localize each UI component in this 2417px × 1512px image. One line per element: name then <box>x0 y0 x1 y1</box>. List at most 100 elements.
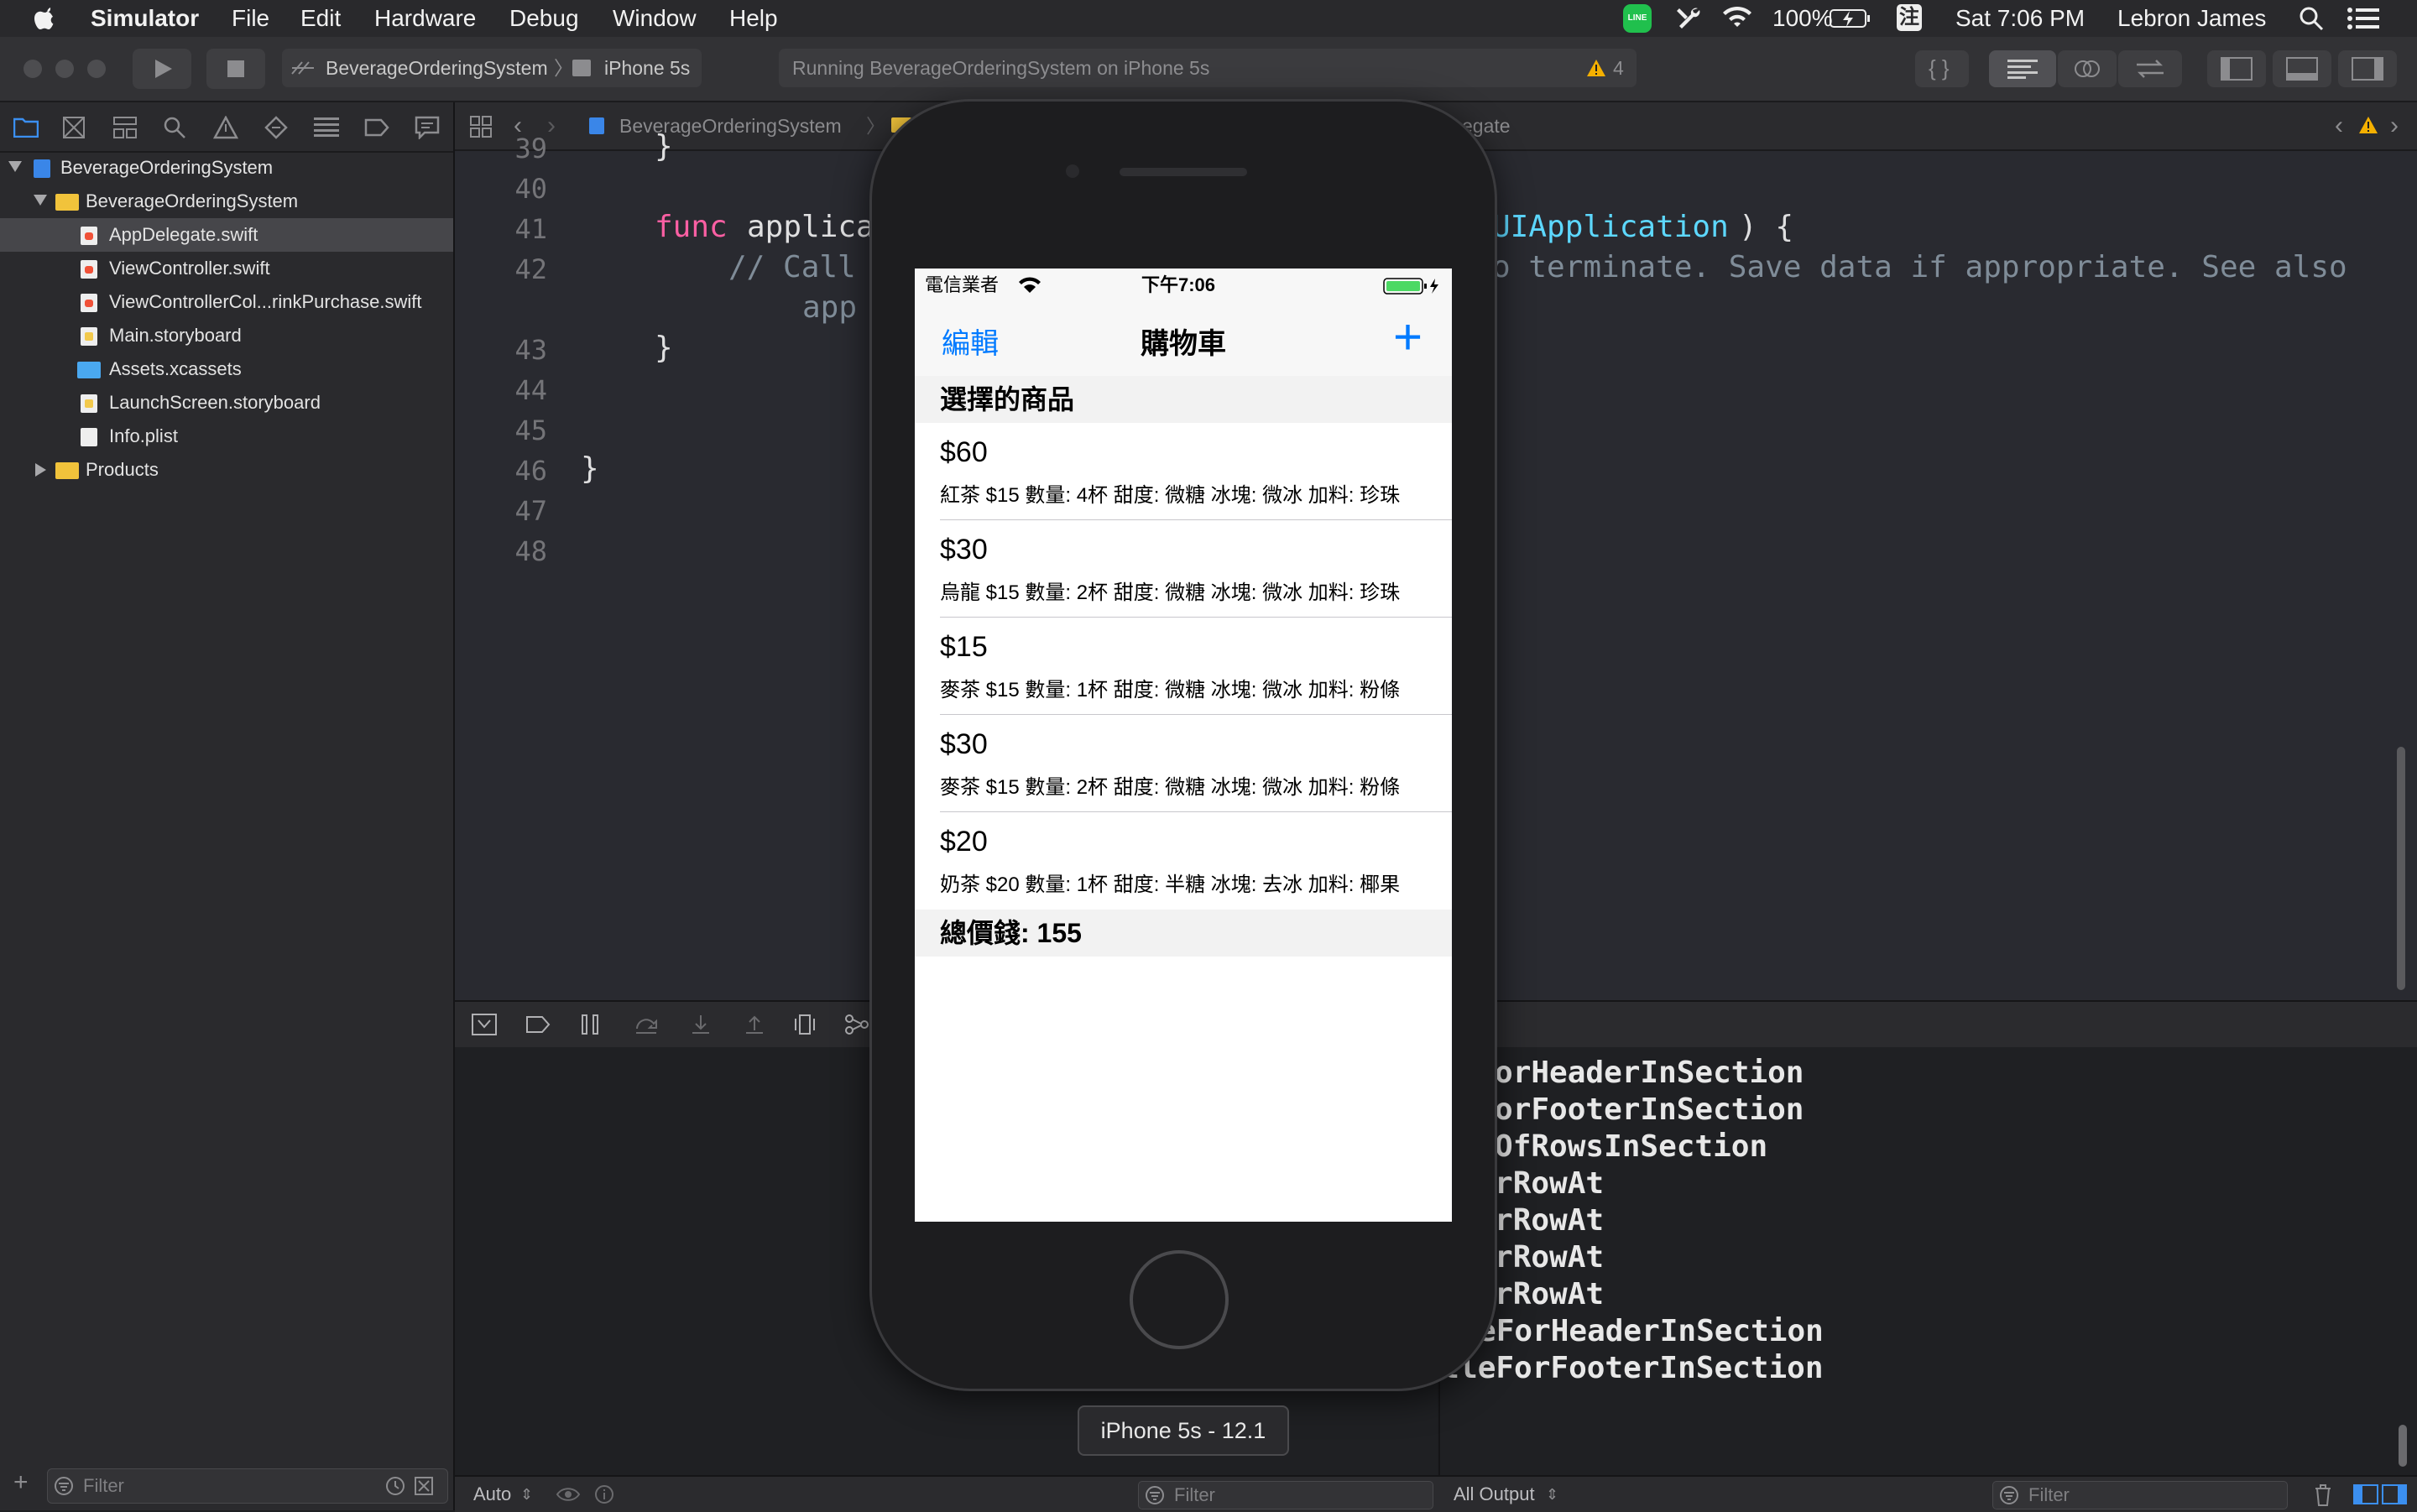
quick-look-eye-icon[interactable] <box>556 1485 581 1504</box>
breadcrumb-separator: 〉 <box>866 115 885 137</box>
clock[interactable]: Sat 7:06 PM <box>1955 5 2085 32</box>
issue-navigator-icon[interactable] <box>213 116 238 139</box>
test-navigator-icon[interactable] <box>264 116 289 139</box>
close-window-button[interactable] <box>23 60 42 78</box>
app-menu[interactable]: Simulator <box>91 5 199 32</box>
file-row-viewcontroller[interactable]: ViewController.swift <box>0 252 453 285</box>
next-issue-icon[interactable]: › <box>2390 102 2399 149</box>
disclosure-expanded-icon[interactable] <box>34 195 47 206</box>
issue-warning-icon[interactable] <box>2358 116 2378 134</box>
show-variables-icon[interactable] <box>2353 1484 2378 1504</box>
console-output[interactable]: leForHeaderInSection leForFooterInSectio… <box>1405 1047 2417 1475</box>
menu-file[interactable]: File <box>232 5 269 32</box>
source-control-filter-icon[interactable] <box>414 1476 434 1496</box>
forward-arrow-icon[interactable]: › <box>547 102 556 149</box>
xcode-project-icon <box>34 159 50 178</box>
breakpoints-toggle-icon[interactable] <box>525 1015 551 1034</box>
table-row[interactable]: $15 麥茶 $15 數量: 1杯 甜度: 微糖 冰塊: 微冰 加料: 粉條 <box>915 618 1452 715</box>
symbol-navigator-icon[interactable] <box>112 116 138 139</box>
add-file-icon[interactable]: + <box>13 1468 29 1497</box>
file-row-main-storyboard[interactable]: Main.storyboard <box>0 319 453 352</box>
toggle-debug-area-button[interactable] <box>2273 50 2331 87</box>
notification-center-icon[interactable] <box>2347 7 2380 30</box>
battery-charging-icon[interactable] <box>1830 8 1871 29</box>
warning-icon[interactable] <box>1586 59 1606 77</box>
section-header: 選擇的商品 <box>915 376 1452 423</box>
console-scrollbar[interactable] <box>2399 1425 2407 1467</box>
swift-file-icon <box>81 227 97 245</box>
folder-icon <box>55 462 79 479</box>
toggle-inspector-button[interactable] <box>2338 50 2397 87</box>
toggle-navigator-button[interactable] <box>2207 50 2266 87</box>
source-control-icon[interactable] <box>62 116 86 139</box>
folder-navigator-icon[interactable] <box>13 116 39 138</box>
zoom-window-button[interactable] <box>87 60 106 78</box>
step-out-icon[interactable] <box>744 1014 765 1035</box>
view-debugger-icon[interactable] <box>792 1014 817 1035</box>
spotlight-search-icon[interactable] <box>2298 5 2325 32</box>
variables-scope-popup[interactable]: Auto <box>473 1477 511 1512</box>
input-method-icon[interactable]: 注 <box>1897 4 1922 31</box>
run-button[interactable] <box>133 49 191 89</box>
pause-icon[interactable] <box>579 1014 601 1035</box>
stop-button[interactable] <box>206 49 265 89</box>
disclosure-expanded-icon[interactable] <box>8 161 22 172</box>
find-navigator-icon[interactable] <box>163 116 186 139</box>
step-into-icon[interactable] <box>690 1014 712 1035</box>
file-row-launchscreen[interactable]: LaunchScreen.storyboard <box>0 386 453 420</box>
menu-hardware[interactable]: Hardware <box>374 5 476 32</box>
scheme-separator: 〉 <box>554 57 573 79</box>
file-row-assets[interactable]: Assets.xcassets <box>0 352 453 386</box>
tools-icon[interactable] <box>1674 5 1703 32</box>
navigator-filter-field[interactable]: Filter <box>47 1468 448 1504</box>
disclosure-collapsed-icon[interactable] <box>35 463 46 477</box>
report-navigator-icon[interactable] <box>415 116 440 139</box>
wifi-icon[interactable] <box>1720 5 1754 30</box>
file-row-appdelegate[interactable]: AppDelegate.swift <box>0 218 453 252</box>
popup-arrows-icon[interactable]: ⇕ <box>520 1477 533 1512</box>
previous-issue-icon[interactable]: ‹ <box>2335 102 2343 149</box>
console-filter-field[interactable]: Filter <box>1992 1481 2288 1509</box>
popup-arrows-icon[interactable]: ⇕ <box>1546 1477 1558 1512</box>
row-detail: 麥茶 $15 數量: 1杯 甜度: 微糖 冰塊: 微冰 加料: 粉條 <box>940 679 1401 701</box>
recent-files-icon[interactable] <box>385 1476 405 1496</box>
table-row[interactable]: $30 麥茶 $15 數量: 2杯 甜度: 微糖 冰塊: 微冰 加料: 粉條 <box>915 715 1452 812</box>
console-output-popup[interactable]: All Output <box>1454 1477 1535 1512</box>
variables-filter-field[interactable]: Filter <box>1138 1481 1433 1509</box>
trash-icon[interactable] <box>2313 1483 2333 1507</box>
scheme-selector[interactable]: BeverageOrderingSystem 〉 iPhone 5s <box>282 49 702 87</box>
user-name[interactable]: Lebron James <box>2117 5 2266 32</box>
table-row[interactable]: $20 奶茶 $20 數量: 1杯 甜度: 半糖 冰塊: 去冰 加料: 椰果 <box>915 812 1452 910</box>
version-editor-button[interactable] <box>2118 50 2182 87</box>
file-row-drinkpurchase[interactable]: ViewControllerCol...rinkPurchase.swift <box>0 285 453 319</box>
menu-window[interactable]: Window <box>613 5 697 32</box>
apple-logo-icon[interactable] <box>34 5 57 32</box>
memory-graph-icon[interactable] <box>844 1014 869 1035</box>
menu-debug[interactable]: Debug <box>509 5 579 32</box>
table-row[interactable]: $30 烏龍 $15 數量: 2杯 甜度: 微糖 冰塊: 微冰 加料: 珍珠 <box>915 520 1452 618</box>
add-button[interactable]: + <box>1393 305 1423 369</box>
minimize-window-button[interactable] <box>55 60 74 78</box>
file-row-infoplist[interactable]: Info.plist <box>0 420 453 453</box>
menu-edit[interactable]: Edit <box>300 5 341 32</box>
show-console-icon[interactable] <box>2382 1484 2407 1504</box>
breakpoint-navigator-icon[interactable] <box>364 117 389 138</box>
home-button[interactable] <box>1130 1250 1229 1349</box>
standard-editor-button[interactable] <box>1989 50 2056 87</box>
breadcrumb-project[interactable]: BeverageOrderingSystem <box>619 102 842 149</box>
editor-scrollbar[interactable] <box>2397 747 2405 990</box>
products-row[interactable]: Products <box>0 453 453 487</box>
debug-navigator-icon[interactable] <box>314 116 339 138</box>
menu-help[interactable]: Help <box>729 5 778 32</box>
group-row[interactable]: BeverageOrderingSystem <box>0 185 453 218</box>
hide-debug-area-icon[interactable] <box>472 1014 497 1035</box>
warning-count[interactable]: 4 <box>1613 49 1624 87</box>
line-app-icon[interactable]: LINE <box>1623 4 1652 33</box>
step-over-icon[interactable] <box>634 1014 658 1035</box>
play-icon <box>155 60 172 78</box>
assistant-editor-button[interactable] <box>2058 50 2117 87</box>
info-icon[interactable] <box>594 1484 614 1504</box>
library-button[interactable]: { } <box>1915 50 1969 87</box>
project-row[interactable]: BeverageOrderingSystem <box>0 151 453 185</box>
table-row[interactable]: $60 紅茶 $15 數量: 4杯 甜度: 微糖 冰塊: 微冰 加料: 珍珠 <box>915 423 1452 520</box>
